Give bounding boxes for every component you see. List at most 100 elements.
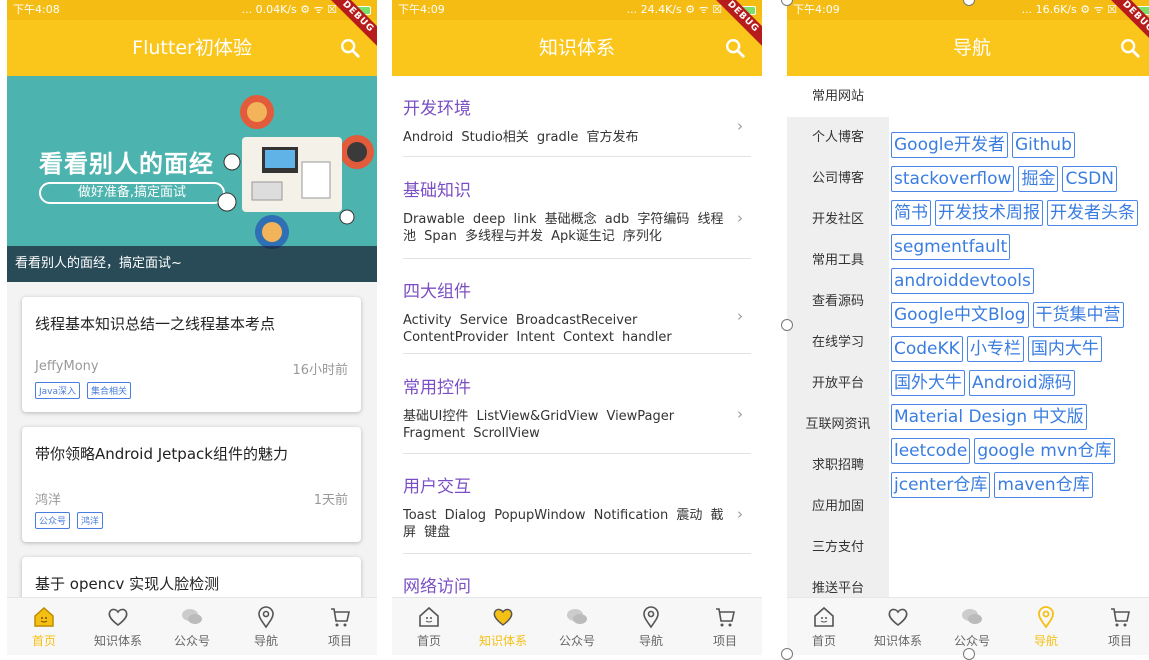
- link-chip[interactable]: 国内大牛: [1027, 336, 1102, 362]
- nav-knowledge[interactable]: 知识体系: [861, 598, 935, 655]
- nav-projects[interactable]: 项目: [1083, 598, 1149, 655]
- link-chip[interactable]: stackoverflow: [891, 166, 1015, 192]
- navigation-screen: 下午4:09 ... 16.6K/s ⚙ ᯤ ☒ 导航 DEBUG 常用网站 个人…: [787, 0, 1149, 655]
- sidebar-item[interactable]: 互联网资讯: [787, 404, 889, 445]
- chevron-right-icon: ›: [737, 209, 743, 227]
- link-chip[interactable]: 国外大牛: [891, 370, 965, 396]
- nav-label: 公众号: [953, 634, 990, 648]
- chevron-right-icon: ›: [737, 307, 743, 325]
- article-card[interactable]: 线程基本知识总结一之线程基本考点 JeffyMony 16小时前 Java深入 …: [22, 297, 361, 412]
- nav-knowledge[interactable]: 知识体系: [466, 598, 540, 655]
- link-chip[interactable]: maven仓库: [994, 472, 1093, 498]
- nav-wechat[interactable]: 公众号: [935, 598, 1009, 655]
- article-time: 16小时前: [292, 363, 348, 378]
- sidebar-item[interactable]: 在线学习: [787, 322, 889, 363]
- article-card[interactable]: 带你领略Android Jetpack组件的魅力 鸿洋 1天前 公众号 鸿洋: [22, 427, 361, 542]
- sidebar-item[interactable]: 三方支付: [787, 527, 889, 568]
- link-chip[interactable]: segmentfault: [891, 234, 1011, 260]
- search-icon[interactable]: [1119, 37, 1141, 59]
- nav-projects[interactable]: 项目: [688, 598, 762, 655]
- link-chip[interactable]: 干货集中营: [1032, 302, 1124, 328]
- article-title: 带你领略Android Jetpack组件的魅力: [35, 445, 288, 463]
- link-chip[interactable]: CSDN: [1062, 166, 1117, 192]
- sidebar-item[interactable]: 求职招聘: [787, 445, 889, 486]
- article-tag[interactable]: 集合相关: [87, 382, 132, 399]
- search-icon[interactable]: [724, 37, 746, 59]
- article-time: 1天前: [313, 493, 348, 508]
- home-icon: [34, 606, 54, 627]
- article-title: 线程基本知识总结一之线程基本考点: [35, 315, 276, 333]
- category-section[interactable]: 基础知识 Drawable deep link 基础概念 adb 字符编码 线程…: [403, 176, 751, 259]
- link-chip[interactable]: Github: [1011, 132, 1075, 158]
- cart-icon: [716, 608, 735, 627]
- nav-home[interactable]: 首页: [787, 598, 861, 655]
- nav-projects[interactable]: 项目: [303, 598, 377, 655]
- nav-home[interactable]: 首页: [7, 598, 81, 655]
- sidebar-item[interactable]: 查看源码: [787, 281, 889, 322]
- category-section[interactable]: 用户交互 Toast Dialog PopupWindow Notificati…: [403, 472, 751, 554]
- sidebar-item[interactable]: 应用加固: [787, 486, 889, 527]
- link-chip[interactable]: jcenter仓库: [891, 472, 991, 498]
- category-title: 常用控件: [403, 378, 471, 398]
- article-tag[interactable]: 鸿洋: [77, 512, 104, 529]
- category-section[interactable]: 四大组件 Activity Service BroadcastReceiver …: [403, 277, 751, 354]
- category-items: 基础UI控件 ListView&GridView ViewPager Fragm…: [403, 409, 675, 441]
- link-chip[interactable]: Google中文Blog: [891, 302, 1029, 328]
- category-section[interactable]: 开发环境 Android Studio相关 gradle 官方发布 ›: [403, 94, 751, 157]
- article-title: 基于 opencv 实现人脸检测: [35, 575, 220, 593]
- sidebar-item[interactable]: 常用工具: [787, 240, 889, 281]
- nav-label: 首页: [416, 634, 441, 648]
- sidebar-item[interactable]: 公司博客: [787, 158, 889, 199]
- nav-label: 公众号: [173, 634, 210, 648]
- article-tag[interactable]: 公众号: [35, 512, 71, 529]
- status-info: ... 16.6K/s ⚙ ᯤ ☒: [1021, 3, 1117, 16]
- link-chip[interactable]: 掘金: [1018, 166, 1059, 192]
- home-screen: 下午4:08 ... 0.04K/s ⚙ ᯤ ☒ Flutter初体验 DEBU…: [7, 0, 377, 655]
- sidebar-item[interactable]: 常用网站: [787, 76, 889, 117]
- heart-icon: [493, 608, 513, 626]
- nav-navigation[interactable]: 导航: [1009, 598, 1083, 655]
- search-icon[interactable]: [339, 37, 361, 59]
- selection-handle: [781, 319, 793, 331]
- chevron-right-icon: ›: [737, 117, 743, 135]
- nav-wechat[interactable]: 公众号: [540, 598, 614, 655]
- category-items: Drawable deep link 基础概念 adb 字符编码 线程池 Spa…: [403, 212, 724, 244]
- link-chip[interactable]: Material Design 中文版: [891, 404, 1087, 430]
- category-section[interactable]: 常用控件 基础UI控件 ListView&GridView ViewPager …: [403, 373, 751, 454]
- chat-bubble-icon: [182, 609, 202, 624]
- nav-navigation[interactable]: 导航: [614, 598, 688, 655]
- nav-home[interactable]: 首页: [392, 598, 466, 655]
- status-bar: 下午4:09 ... 24.4K/s ⚙ ᯤ ☒: [392, 0, 762, 20]
- article-tag[interactable]: Java深入: [35, 382, 81, 399]
- selection-handle: [781, 648, 793, 660]
- link-chip[interactable]: 小专栏: [966, 336, 1024, 362]
- heart-icon: [108, 608, 128, 627]
- cart-icon: [1111, 608, 1130, 627]
- link-chip[interactable]: leetcode: [891, 438, 971, 464]
- link-chip[interactable]: CodeKK: [891, 336, 963, 362]
- sidebar-item[interactable]: 个人博客: [787, 117, 889, 158]
- link-chip[interactable]: Google开发者: [891, 132, 1008, 158]
- sidebar-item[interactable]: 开发社区: [787, 199, 889, 240]
- sidebar-item[interactable]: 开放平台: [787, 363, 889, 404]
- app-bar: Flutter初体验: [7, 20, 377, 76]
- link-chip[interactable]: 开发者头条: [1047, 200, 1138, 226]
- nav-label: 导航: [1033, 634, 1058, 648]
- category-title: 用户交互: [403, 477, 471, 497]
- banner-illustration: [217, 95, 374, 249]
- link-chip[interactable]: Android源码: [969, 370, 1075, 396]
- nav-wechat[interactable]: 公众号: [155, 598, 229, 655]
- nav-label: 知识体系: [873, 634, 922, 648]
- cart-icon: [331, 608, 350, 627]
- nav-navigation[interactable]: 导航: [229, 598, 303, 655]
- link-chip[interactable]: google mvn仓库: [974, 438, 1115, 464]
- link-chip[interactable]: 简书: [891, 200, 931, 226]
- nav-label: 项目: [1107, 634, 1132, 648]
- category-title: 网络访问: [403, 577, 471, 597]
- link-chip[interactable]: androiddevtools: [891, 268, 1034, 294]
- link-chip[interactable]: 开发技术周报: [935, 200, 1043, 226]
- nav-knowledge[interactable]: 知识体系: [81, 598, 155, 655]
- nav-label: 导航: [253, 634, 278, 648]
- banner-carousel[interactable]: 看看别人的面经 做好准备,搞定面试 看看别人的面经，搞定面试~: [7, 76, 377, 282]
- bottom-nav: 首页 知识体系 公众号 导航 项目: [7, 597, 377, 655]
